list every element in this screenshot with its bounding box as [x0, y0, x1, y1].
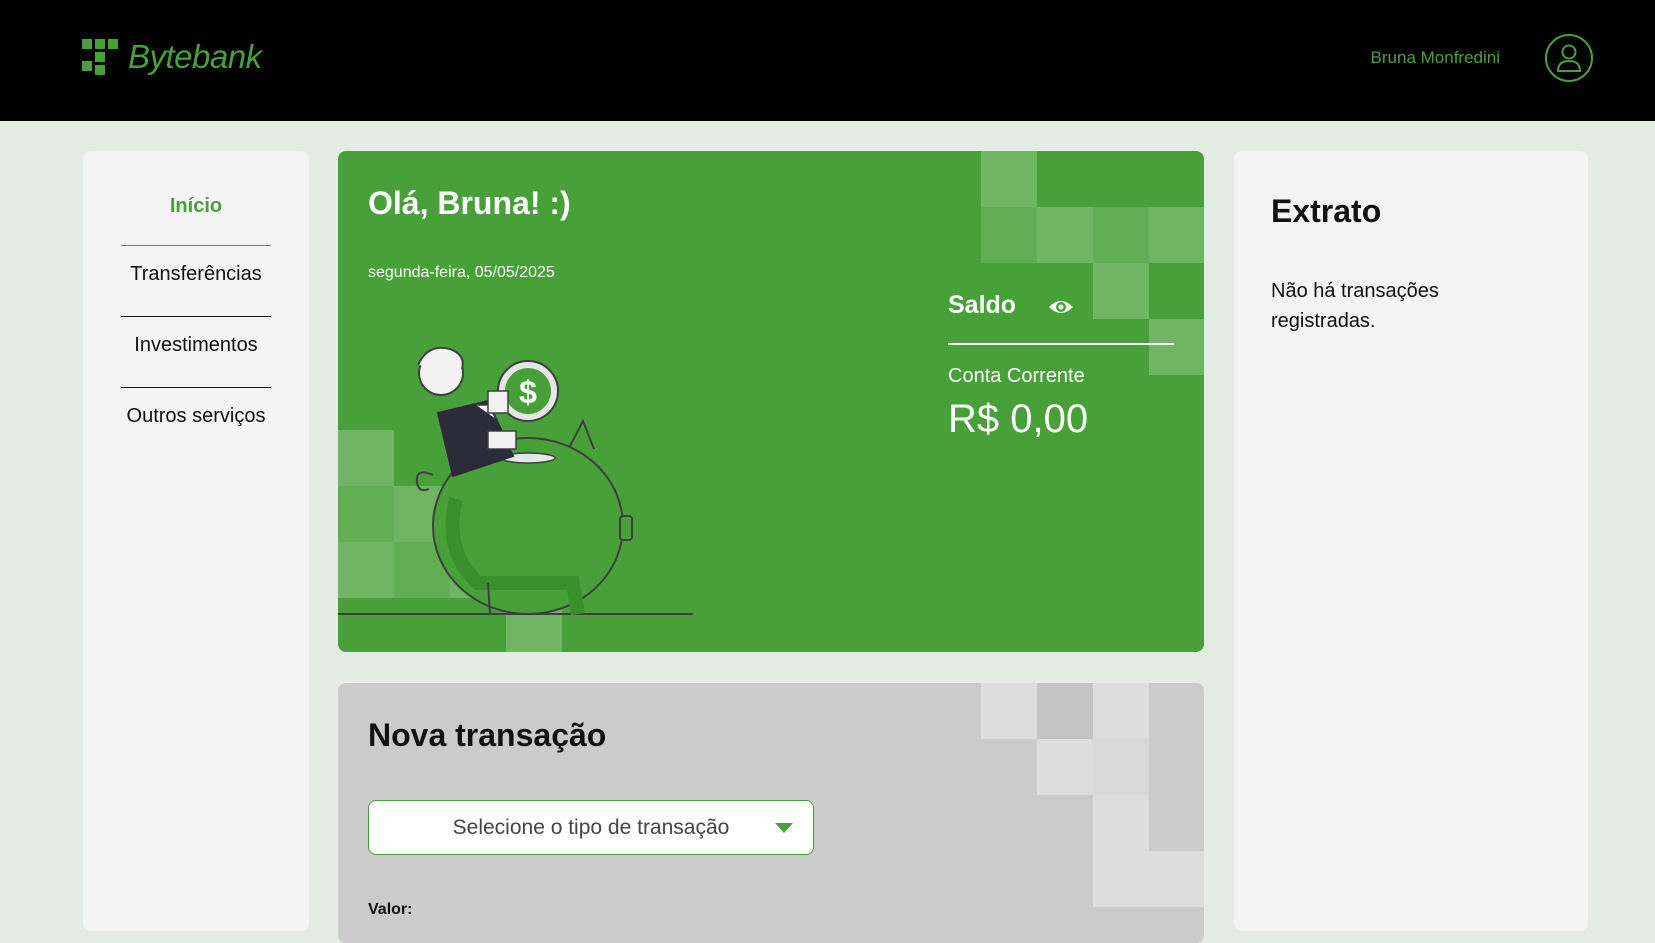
- new-transaction-title: Nova transação: [368, 717, 607, 753]
- decor-square: [1037, 739, 1093, 795]
- user-name: Bruna Monfredini: [1370, 48, 1500, 67]
- greeting: Olá, Bruna! :): [368, 185, 571, 221]
- decor-square: [1093, 683, 1149, 739]
- sidebar-item-transferencias[interactable]: Transferências: [121, 263, 271, 286]
- decor-square: [981, 683, 1037, 739]
- svg-text:$: $: [519, 374, 537, 410]
- sidebar-item-outros-servicos[interactable]: Outros serviços: [121, 405, 271, 428]
- statement-panel: Extrato Não há transações registradas.: [1234, 151, 1588, 931]
- chevron-down-icon: [775, 823, 793, 833]
- piggy-bank-illustration: $: [338, 346, 693, 616]
- current-date: segunda-feira, 05/05/2025: [368, 264, 555, 281]
- balance-label: Saldo: [948, 291, 1017, 319]
- decor-square: [1037, 683, 1093, 739]
- balance-value: R$ 0,00: [948, 397, 1089, 441]
- decor-square: [1093, 851, 1149, 907]
- sidebar-menu: Início Transferências Investimentos Outr…: [83, 151, 309, 931]
- decor-square: [981, 207, 1037, 263]
- decor-square: [1093, 207, 1149, 263]
- decor-square: [1093, 739, 1149, 795]
- eye-icon[interactable]: [1048, 297, 1074, 317]
- decor-square: [1037, 207, 1093, 263]
- bytebank-logo-icon: [82, 39, 118, 75]
- user-icon: [1556, 44, 1582, 72]
- decor-square: [1149, 319, 1204, 375]
- logo-text: Bytebank: [128, 38, 262, 75]
- balance-divider: [948, 343, 1174, 345]
- statement-title: Extrato: [1271, 193, 1382, 229]
- nav-divider: [121, 316, 271, 317]
- new-transaction-card: Nova transação Selecione o tipo de trans…: [338, 683, 1204, 943]
- decor-square: [1149, 207, 1204, 263]
- nav-divider: [121, 387, 271, 388]
- account-type-label: Conta Corrente: [948, 365, 1085, 387]
- welcome-card: Olá, Bruna! :) segunda-feira, 05/05/2025…: [338, 151, 1204, 652]
- user-avatar[interactable]: [1545, 34, 1593, 82]
- transaction-type-select[interactable]: Selecione o tipo de transação: [368, 800, 814, 855]
- transaction-type-placeholder: Selecione o tipo de transação: [452, 815, 730, 839]
- decor-square: [981, 151, 1037, 207]
- sidebar-item-investimentos[interactable]: Investimentos: [121, 334, 271, 357]
- bytebank-logo[interactable]: Bytebank: [82, 38, 262, 76]
- decor-square: [1093, 263, 1149, 319]
- statement-empty-message: Não há transações registradas.: [1271, 280, 1439, 332]
- nav-divider: [121, 245, 271, 246]
- decor-square: [1093, 795, 1149, 851]
- decor-square: [1149, 851, 1204, 907]
- sidebar-item-inicio[interactable]: Início: [121, 195, 271, 218]
- amount-label: Valor:: [368, 901, 413, 918]
- top-bar: Bytebank Bruna Monfredini: [0, 0, 1655, 121]
